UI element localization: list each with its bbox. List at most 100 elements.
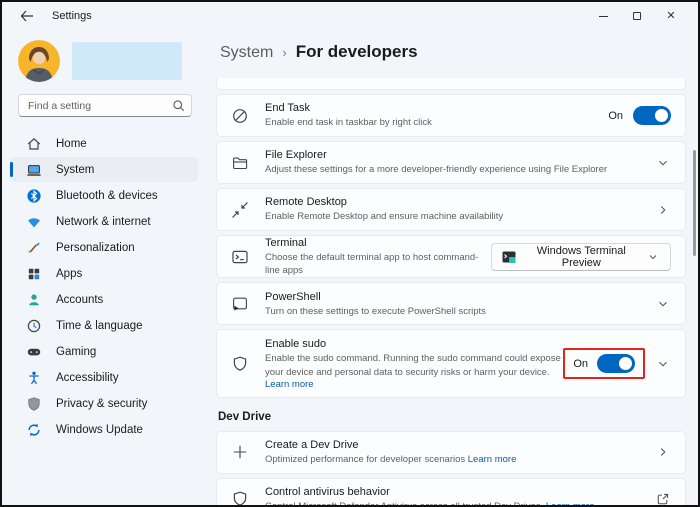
file-explorer-icon — [231, 154, 249, 172]
titlebar: Settings ✕ — [2, 2, 698, 30]
scrollbar[interactable] — [693, 150, 696, 256]
setting-title: Remote Desktop — [265, 196, 347, 209]
chevron-right-icon[interactable] — [655, 202, 671, 218]
setting-title: Create a Dev Drive — [265, 439, 359, 452]
setting-description: Choose the default terminal app to host … — [265, 251, 479, 277]
sidebar-item-label: Gaming — [56, 345, 97, 358]
setting-card-file-explorer[interactable]: File Explorer Adjust these settings for … — [216, 141, 686, 184]
setting-title: File Explorer — [265, 149, 327, 162]
avatar — [18, 40, 60, 82]
sidebar-item-accounts[interactable]: Accounts — [10, 287, 198, 312]
windows-update-icon — [26, 422, 42, 438]
breadcrumb-system[interactable]: System — [220, 44, 273, 62]
chevron-down-icon[interactable] — [655, 296, 671, 312]
setting-description: Optimized performance for developer scen… — [265, 453, 516, 466]
sidebar-item-time-language[interactable]: Time & language — [10, 313, 198, 338]
system-icon — [26, 162, 42, 178]
page-title: For developers — [295, 42, 418, 61]
setting-card-create-dev-drive[interactable]: Create a Dev Drive Optimized performance… — [216, 430, 686, 474]
breadcrumb-separator: › — [282, 45, 287, 60]
setting-description: Adjust these settings for a more develop… — [265, 164, 608, 176]
learn-more-link[interactable]: Learn more — [468, 454, 517, 465]
toggle-state-label: On — [608, 109, 623, 122]
settings-list: End Task Enable end task in taskbar by r… — [216, 78, 686, 507]
chevron-down-icon — [646, 249, 660, 265]
close-icon: ✕ — [666, 9, 676, 22]
partial-card-above — [216, 78, 686, 90]
back-button[interactable] — [18, 7, 36, 25]
setting-card-powershell[interactable]: PowerShell Turn on these settings to exe… — [216, 282, 686, 326]
remote-desktop-icon — [231, 201, 249, 219]
sidebar-item-bluetooth-devices[interactable]: Bluetooth & devices — [10, 183, 198, 208]
terminal-app-dropdown[interactable]: Windows Terminal Preview — [491, 242, 671, 271]
description-text: Control Microsoft Defender Antivirus acr… — [265, 501, 544, 507]
sidebar-item-label: Windows Update — [56, 423, 143, 436]
sidebar-item-network-internet[interactable]: Network & internet — [10, 209, 198, 234]
search-input[interactable] — [18, 94, 192, 117]
setting-card-remote-desktop[interactable]: Remote Desktop Enable Remote Desktop and… — [216, 188, 686, 231]
search-box — [18, 94, 192, 117]
toggle-state-label: On — [573, 357, 588, 370]
chevron-down-icon[interactable] — [655, 155, 671, 171]
time-language-icon — [26, 318, 42, 334]
end-task-toggle[interactable] — [633, 106, 671, 125]
sidebar-item-label: Accessibility — [56, 371, 119, 384]
sidebar-item-label: Privacy & security — [56, 397, 148, 410]
dev-drive-heading: Dev Drive — [218, 410, 272, 423]
setting-card-enable-sudo[interactable]: Enable sudo Enable the sudo command. Run… — [216, 329, 686, 398]
setting-title: PowerShell — [265, 290, 321, 303]
setting-description: Enable end task in taskbar by right clic… — [265, 117, 432, 129]
sidebar-item-label: Bluetooth & devices — [56, 189, 158, 202]
close-button[interactable]: ✕ — [654, 4, 688, 28]
external-link-icon[interactable] — [655, 491, 671, 505]
dropdown-value: Windows Terminal Preview — [536, 244, 626, 269]
setting-title: Enable sudo — [265, 338, 327, 351]
sidebar-item-system[interactable]: System — [10, 157, 198, 182]
sidebar-nav: Home System Bluetooth & devices Network … — [2, 131, 206, 442]
minimize-icon — [598, 15, 608, 17]
personalization-icon — [26, 240, 42, 256]
learn-more-link[interactable]: Learn more — [546, 501, 595, 505]
shield-icon — [231, 355, 249, 373]
apps-icon — [26, 266, 42, 282]
plus-icon — [231, 443, 249, 461]
powershell-icon — [231, 295, 249, 313]
setting-card-terminal[interactable]: Terminal Choose the default terminal app… — [216, 235, 686, 279]
search-icon — [172, 99, 185, 117]
home-icon — [26, 136, 42, 152]
minimize-button[interactable] — [586, 4, 620, 28]
chevron-down-icon[interactable] — [655, 356, 671, 372]
setting-card-end-task[interactable]: End Task Enable end task in taskbar by r… — [216, 94, 686, 137]
main-content: System › For developers End Task Enable … — [206, 30, 698, 505]
user-name-redacted — [72, 42, 182, 80]
sidebar-item-label: Personalization — [56, 241, 135, 254]
sidebar-item-personalization[interactable]: Personalization — [10, 235, 198, 260]
sidebar-item-privacy-security[interactable]: Privacy & security — [10, 391, 198, 416]
enable-sudo-toggle[interactable] — [597, 354, 635, 374]
accessibility-icon — [26, 370, 42, 386]
end-task-icon — [231, 107, 249, 125]
setting-title: End Task — [265, 102, 311, 115]
window-title: Settings — [52, 10, 92, 22]
setting-title: Terminal — [265, 237, 307, 249]
sidebar-item-home[interactable]: Home — [10, 131, 198, 156]
maximize-icon — [633, 12, 641, 20]
maximize-button[interactable] — [620, 4, 654, 28]
learn-more-link[interactable]: Learn more — [265, 379, 563, 390]
chevron-right-icon[interactable] — [655, 444, 671, 460]
sidebar-item-accessibility[interactable]: Accessibility — [10, 365, 198, 390]
sidebar-item-label: Accounts — [56, 293, 104, 306]
accounts-icon — [26, 292, 42, 308]
setting-description: Enable the sudo command. Running the sud… — [265, 353, 561, 378]
breadcrumb: System › For developers — [220, 42, 686, 68]
setting-card-control-antivirus[interactable]: Control antivirus behavior Control Micro… — [216, 477, 686, 507]
windows-terminal-icon — [502, 250, 516, 264]
sidebar-item-apps[interactable]: Apps — [10, 261, 198, 286]
sidebar-item-gaming[interactable]: Gaming — [10, 339, 198, 364]
sidebar-item-label: Apps — [56, 267, 83, 280]
user-profile[interactable] — [18, 40, 192, 82]
sidebar: Home System Bluetooth & devices Network … — [2, 30, 206, 505]
sidebar-item-label: Time & language — [56, 319, 143, 332]
shield-icon — [231, 490, 249, 505]
sidebar-item-windows-update[interactable]: Windows Update — [10, 417, 198, 442]
